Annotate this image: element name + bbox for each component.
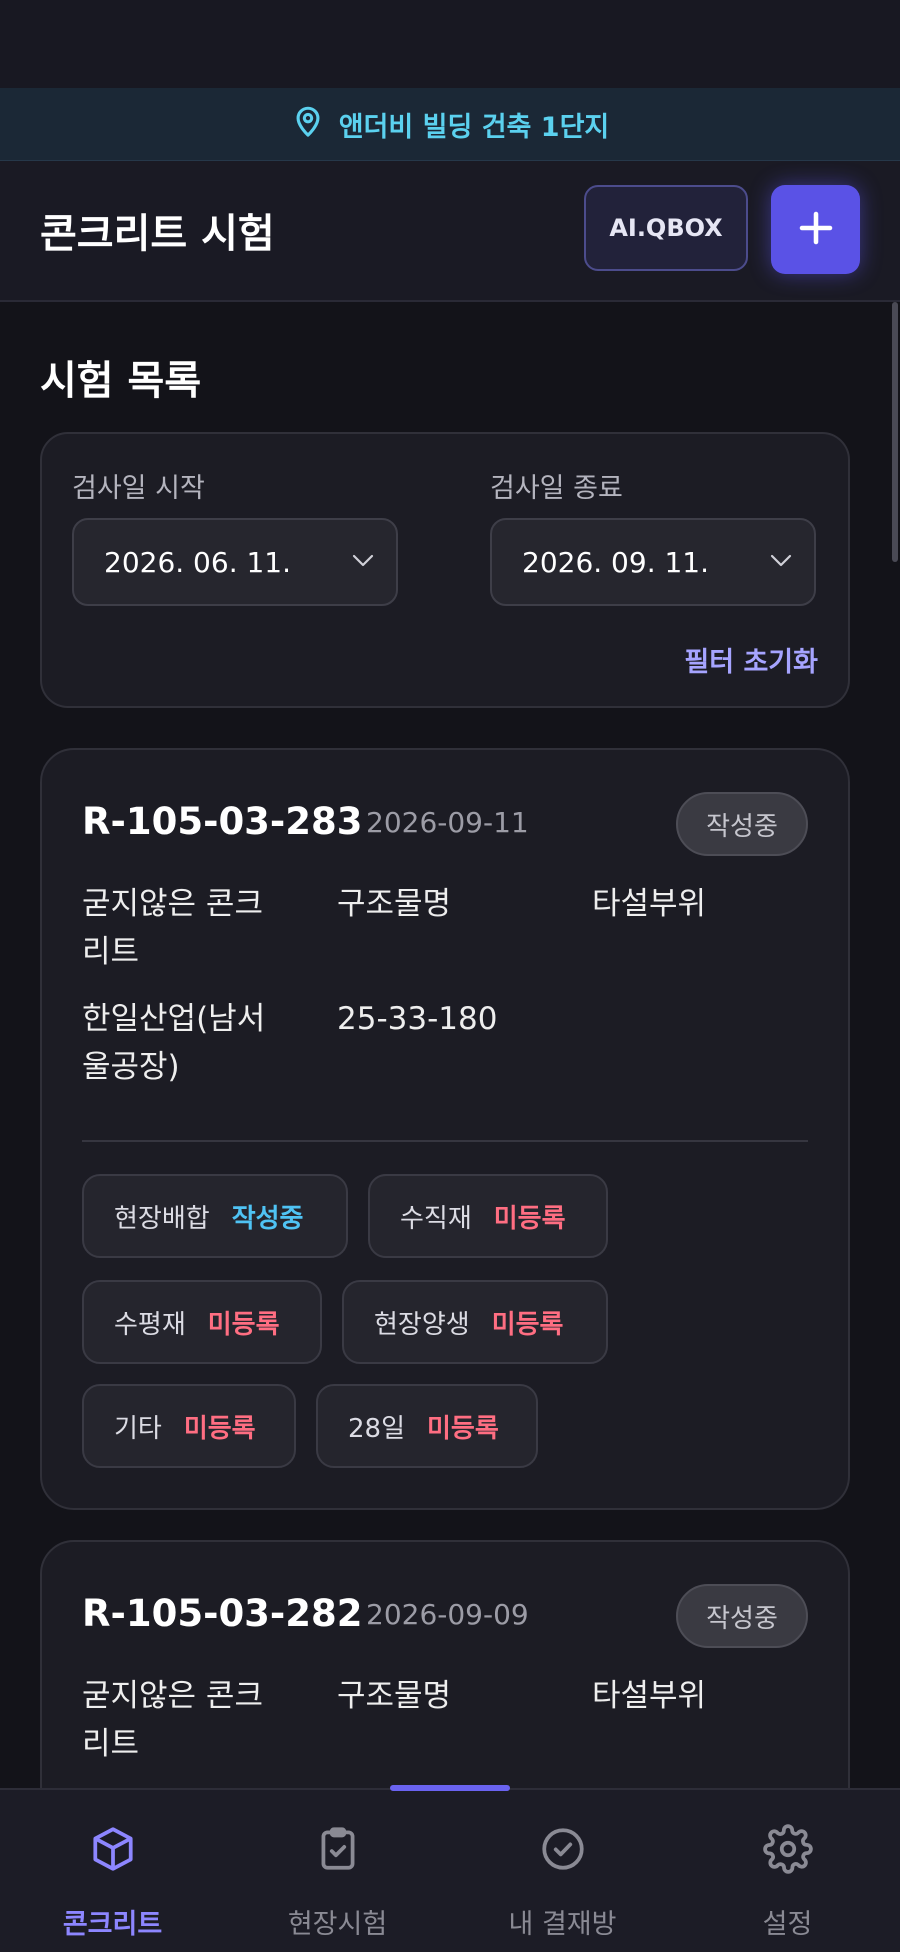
nav-item-my-approvals[interactable]: 내 결재방	[450, 1790, 675, 1952]
chevron-down-icon	[352, 554, 374, 567]
test-id: R-105-03-283	[82, 800, 363, 843]
status-badge: 작성중	[676, 1584, 808, 1648]
section-title: 시험 목록	[40, 358, 202, 404]
location-name: 앤더비 빌딩 건축 1단지	[338, 111, 610, 143]
ai-qbox-button[interactable]: AI.QBOX	[584, 185, 748, 271]
chip-28-day[interactable]: 28일 미등록	[316, 1384, 538, 1468]
check-circle-icon	[542, 1828, 584, 1870]
nav-label: 설정	[762, 1909, 813, 1940]
status-bar	[0, 0, 900, 88]
test-card[interactable]: R-105-03-283 2026-09-11 작성중 굳지않은 콘크리트 구조…	[40, 748, 850, 1510]
status-badge: 작성중	[676, 792, 808, 856]
nav-item-field-test[interactable]: 현장시험	[225, 1790, 450, 1952]
chip-status: 미등록	[183, 1413, 256, 1444]
filter-reset-link[interactable]: 필터 초기화	[684, 640, 818, 679]
nav-label: 내 결재방	[508, 1909, 617, 1940]
card-divider	[82, 1140, 808, 1142]
chip-field-curing[interactable]: 현장양생 미등록	[342, 1280, 608, 1364]
chip-status: 미등록	[493, 1203, 566, 1234]
chip-other[interactable]: 기타 미등록	[82, 1384, 296, 1468]
location-pin-icon	[291, 104, 325, 145]
structure-name: 구조물명	[337, 886, 452, 922]
test-list-scroll-area[interactable]: 시험 목록 검사일 시작 2026. 06. 11. 검사일 종료 2026. …	[0, 302, 900, 1788]
structure-name: 구조물명	[337, 1678, 452, 1714]
chip-label: 수직재	[400, 1203, 472, 1234]
concrete-type: 굳지않은 콘크리트	[82, 1678, 263, 1762]
plus-icon	[795, 207, 837, 253]
nav-label: 콘크리트	[62, 1909, 163, 1940]
chip-label: 현장배합	[114, 1203, 210, 1234]
chip-vertical-member[interactable]: 수직재 미등록	[368, 1174, 608, 1258]
supplier-name: 한일산업(남서울공장)	[82, 1001, 266, 1085]
chevron-down-icon	[770, 554, 792, 567]
concrete-type: 굳지않은 콘크리트	[82, 886, 263, 970]
chip-label: 28일	[348, 1413, 406, 1444]
add-test-button[interactable]	[771, 185, 860, 274]
scrollbar[interactable]	[892, 302, 898, 562]
chip-status: 미등록	[491, 1309, 564, 1340]
date-filter-card: 검사일 시작 2026. 06. 11. 검사일 종료 2026. 09. 11…	[40, 432, 850, 708]
end-date-value: 2026. 09. 11.	[522, 545, 710, 579]
chip-status: 미등록	[207, 1309, 280, 1340]
nav-item-concrete[interactable]: 콘크리트	[0, 1790, 225, 1952]
nav-label: 현장시험	[287, 1909, 388, 1940]
chip-label: 수평재	[114, 1309, 186, 1340]
chip-status: 작성중	[231, 1203, 304, 1234]
nav-active-indicator	[390, 1785, 510, 1791]
chip-label: 현장양생	[374, 1309, 470, 1340]
start-date-select[interactable]: 2026. 06. 11.	[72, 518, 398, 606]
location-banner[interactable]: 앤더비 빌딩 건축 1단지	[0, 88, 900, 161]
test-date: 2026-09-09	[366, 1598, 529, 1631]
page-title: 콘크리트 시험	[40, 211, 275, 257]
gear-icon	[763, 1824, 813, 1874]
app-header: 콘크리트 시험 AI.QBOX	[0, 161, 900, 302]
test-date: 2026-09-11	[366, 806, 529, 839]
mix-code: 25-33-180	[337, 1001, 498, 1037]
nav-item-settings[interactable]: 설정	[675, 1790, 900, 1952]
chip-horizontal-member[interactable]: 수평재 미등록	[82, 1280, 322, 1364]
test-id: R-105-03-282	[82, 1592, 363, 1635]
chip-label: 기타	[114, 1413, 162, 1444]
start-date-label: 검사일 시작	[72, 473, 205, 504]
bottom-nav: 콘크리트 현장시험 내 결재방 설정	[0, 1788, 900, 1952]
end-date-label: 검사일 종료	[490, 473, 623, 504]
pour-location: 타설부위	[592, 1678, 707, 1714]
start-date-value: 2026. 06. 11.	[104, 545, 292, 579]
clipboard-check-icon	[321, 1827, 355, 1870]
chip-field-mix[interactable]: 현장배합 작성중	[82, 1174, 348, 1258]
test-card[interactable]: R-105-03-282 2026-09-09 작성중 굳지않은 콘크리트 구조…	[40, 1540, 850, 1788]
pour-location: 타설부위	[592, 886, 707, 922]
end-date-select[interactable]: 2026. 09. 11.	[490, 518, 816, 606]
chip-status: 미등록	[427, 1413, 499, 1444]
cube-icon	[93, 1827, 133, 1871]
